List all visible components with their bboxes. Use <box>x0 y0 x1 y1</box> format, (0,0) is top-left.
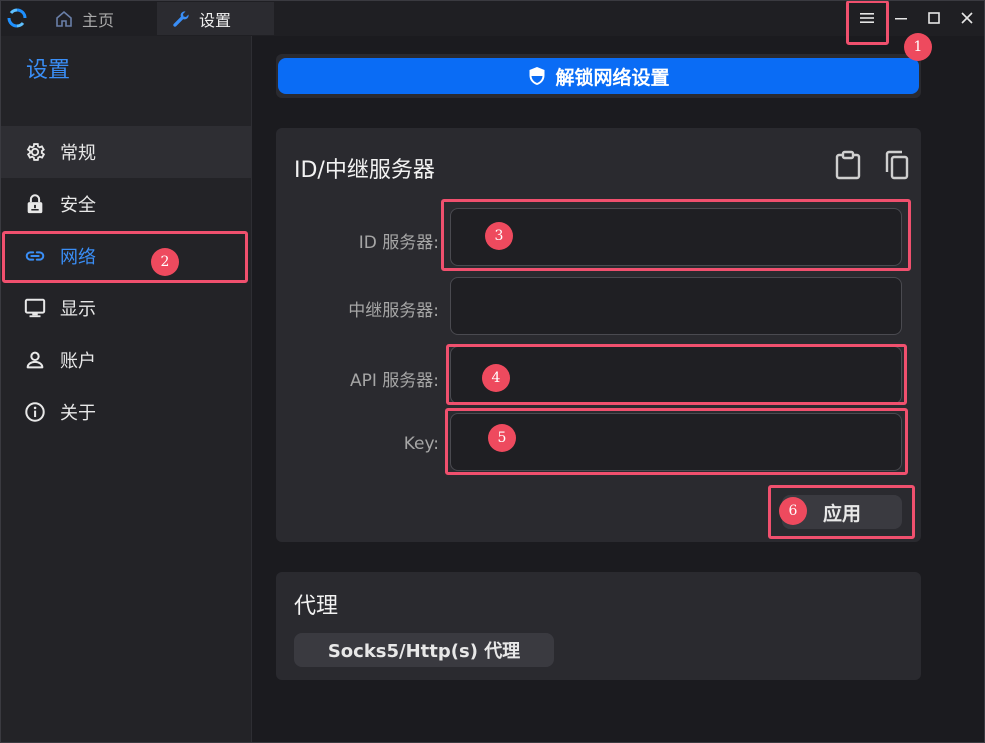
annotation-badge-1: 1 <box>904 33 932 61</box>
title-bar: 主页 设置 <box>0 0 985 36</box>
id-server-label: ID 服务器: <box>358 233 439 253</box>
app-logo-icon <box>7 8 27 28</box>
annotation-badge-5: 5 <box>488 424 516 452</box>
hamburger-icon <box>860 13 874 23</box>
menu-button[interactable] <box>853 6 881 30</box>
sidebar-item-general[interactable]: 常规 <box>0 126 251 178</box>
relay-server-input[interactable] <box>450 277 902 335</box>
close-icon <box>961 12 973 24</box>
home-icon <box>56 10 72 27</box>
sidebar: 设置 常规 安全 网络 显示 账户 关于 <box>0 36 252 743</box>
sidebar-item-label: 显示 <box>60 299 96 320</box>
annotation-badge-6: 6 <box>779 497 807 525</box>
maximize-icon <box>928 12 940 24</box>
user-icon <box>26 351 44 369</box>
api-server-label: API 服务器: <box>349 371 439 391</box>
relay-server-label: 中继服务器: <box>348 301 439 321</box>
copy-icon[interactable] <box>882 150 910 180</box>
sidebar-title: 设置 <box>26 58 71 83</box>
annotation-badge-4: 4 <box>482 364 510 392</box>
sidebar-item-security[interactable]: 安全 <box>0 178 251 230</box>
tab-settings[interactable]: 设置 <box>157 2 274 35</box>
sidebar-item-label: 网络 <box>60 247 96 268</box>
api-server-input[interactable] <box>450 346 902 404</box>
clipboard-icon[interactable] <box>834 150 862 180</box>
wrench-icon <box>173 10 189 27</box>
unlock-network-settings-button[interactable]: 解锁网络设置 <box>278 58 919 94</box>
card-title: ID/中继服务器 <box>294 158 435 183</box>
annotation-badge-2: 2 <box>151 248 179 276</box>
maximize-button[interactable] <box>921 6 947 30</box>
annotation-badge-3: 3 <box>485 222 513 250</box>
unlock-label: 解锁网络设置 <box>555 66 670 89</box>
link-icon <box>25 251 45 261</box>
minimize-button[interactable] <box>888 6 914 30</box>
sidebar-item-account[interactable]: 账户 <box>0 334 251 386</box>
sidebar-item-label: 关于 <box>60 403 96 424</box>
sidebar-item-display[interactable]: 显示 <box>0 282 251 334</box>
info-icon <box>25 402 45 422</box>
sidebar-item-label: 安全 <box>60 195 96 216</box>
proxy-button-label: Socks5/Http(s) 代理 <box>327 641 521 662</box>
sidebar-item-about[interactable]: 关于 <box>0 386 251 438</box>
id-server-input[interactable] <box>450 208 902 266</box>
tab-home-label: 主页 <box>82 10 115 30</box>
shield-icon <box>529 67 545 85</box>
card-title: 代理 <box>294 594 339 619</box>
socks5-proxy-button[interactable]: Socks5/Http(s) 代理 <box>294 633 554 667</box>
tab-settings-label: 设置 <box>199 10 232 30</box>
unlock-bar: 解锁网络设置 <box>276 54 921 98</box>
close-button[interactable] <box>954 6 980 30</box>
sidebar-item-label: 常规 <box>60 143 96 164</box>
sidebar-item-label: 账户 <box>60 351 96 372</box>
apply-label: 应用 <box>822 502 861 525</box>
tab-home[interactable]: 主页 <box>40 2 155 35</box>
minimize-icon <box>895 18 907 20</box>
key-input[interactable] <box>450 413 902 471</box>
monitor-icon <box>24 298 46 318</box>
id-relay-server-card: ID/中继服务器 ID 服务器: 中继服务器: API 服务器: Key: 应用 <box>276 128 921 542</box>
key-label: Key: <box>403 434 439 454</box>
lock-icon <box>27 194 43 214</box>
sidebar-item-network[interactable]: 网络 <box>0 230 251 282</box>
gear-icon <box>26 143 46 161</box>
proxy-card: 代理 Socks5/Http(s) 代理 <box>276 572 921 680</box>
